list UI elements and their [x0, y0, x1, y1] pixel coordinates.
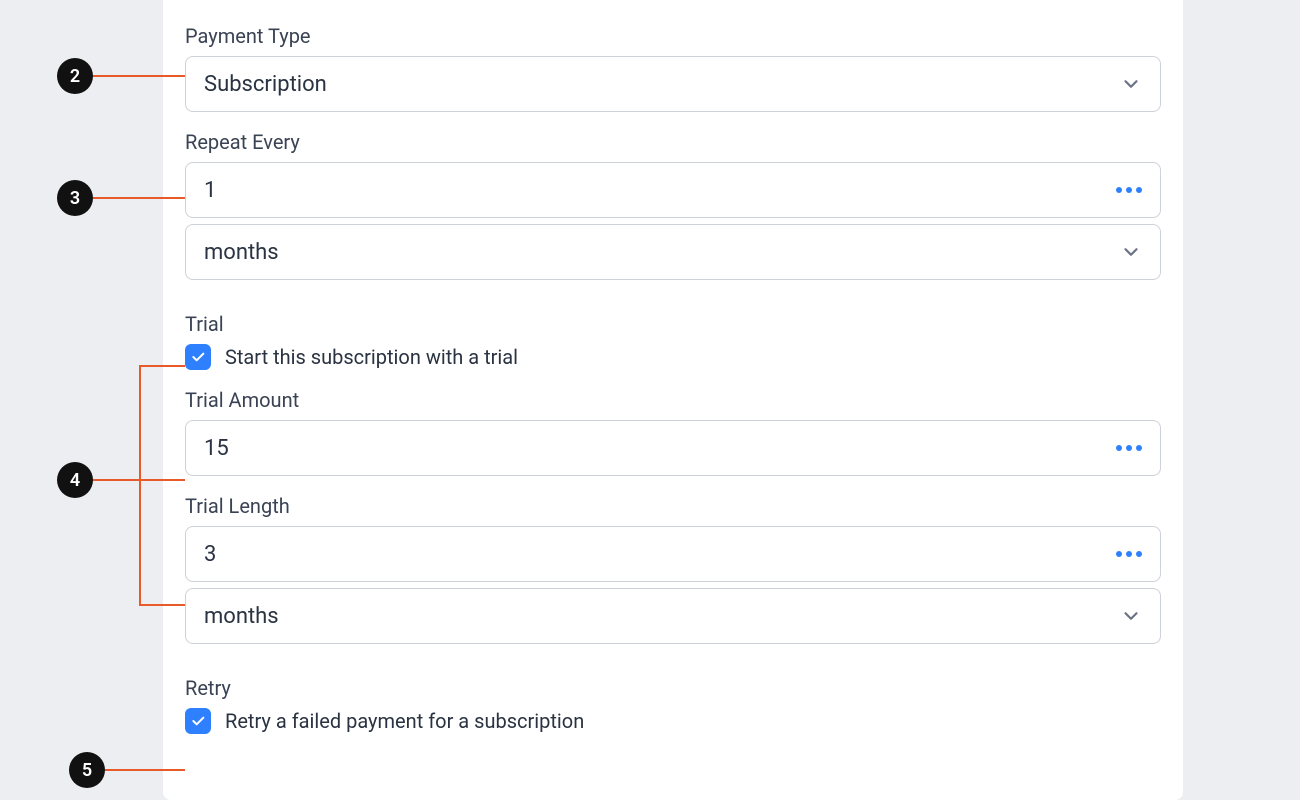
chevron-down-icon	[1120, 73, 1142, 95]
chevron-down-icon	[1120, 241, 1142, 263]
trial-amount-input[interactable]: 15	[185, 420, 1161, 476]
repeat-every-label: Repeat Every	[185, 130, 1161, 154]
trial-length-input[interactable]: 3	[185, 526, 1161, 582]
payment-type-select[interactable]: Subscription	[185, 56, 1161, 112]
annotation-badge-5: 5	[69, 752, 105, 788]
repeat-every-value: 1	[204, 178, 216, 203]
stepper-icon[interactable]	[1116, 551, 1142, 557]
repeat-every-input[interactable]: 1	[185, 162, 1161, 218]
trial-length-unit-select[interactable]: months	[185, 588, 1161, 644]
trial-length-value: 3	[204, 542, 216, 567]
trial-checkbox-label: Start this subscription with a trial	[225, 345, 518, 369]
retry-label: Retry	[185, 676, 1161, 700]
trial-amount-label: Trial Amount	[185, 388, 1161, 412]
repeat-every-unit-value: months	[204, 240, 279, 265]
payment-type-value: Subscription	[204, 72, 327, 97]
annotation-badge-2: 2	[57, 58, 93, 94]
stepper-icon[interactable]	[1116, 445, 1142, 451]
annotation-badge-4: 4	[57, 462, 93, 498]
settings-card: Payment Type Subscription Repeat Every 1…	[163, 0, 1183, 800]
trial-length-unit-value: months	[204, 604, 279, 629]
retry-checkbox-label: Retry a failed payment for a subscriptio…	[225, 709, 584, 733]
retry-checkbox[interactable]	[185, 708, 211, 734]
trial-amount-value: 15	[204, 436, 229, 461]
repeat-every-unit-select[interactable]: months	[185, 224, 1161, 280]
trial-label: Trial	[185, 312, 1161, 336]
trial-checkbox[interactable]	[185, 344, 211, 370]
stepper-icon[interactable]	[1116, 187, 1142, 193]
trial-length-label: Trial Length	[185, 494, 1161, 518]
chevron-down-icon	[1120, 605, 1142, 627]
annotation-badge-3: 3	[57, 180, 93, 216]
payment-type-label: Payment Type	[185, 24, 1161, 48]
